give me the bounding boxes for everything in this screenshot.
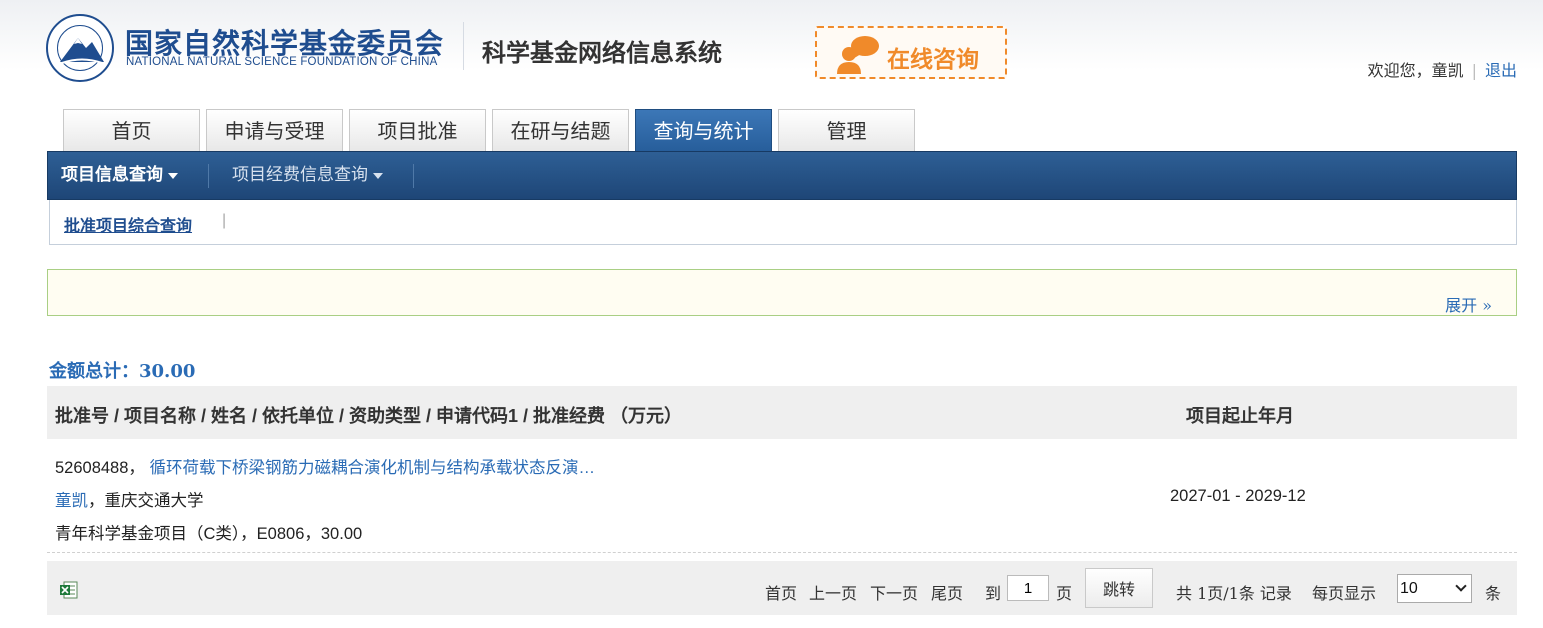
sub-navigation: 项目信息查询 项目经费信息查询 [47,151,1517,200]
tab-home[interactable]: 首页 [63,109,200,151]
logout-link[interactable]: 退出 [1485,61,1517,80]
jump-button[interactable]: 跳转 [1085,568,1153,608]
page-number-input[interactable] [1007,575,1049,601]
next-page-link[interactable]: 下一页 [870,580,918,604]
page-unit-label: 页 [1056,584,1073,603]
online-consult-button[interactable]: 在线咨询 [815,26,1007,79]
subnav-project-info-label: 项目信息查询 [61,165,163,185]
record-summary: 共 1页/1条 记录 [1176,584,1292,603]
org-name-en: NATIONAL NATURAL SCIENCE FOUNDATION OF C… [126,56,438,68]
per-page-unit: 条 [1485,584,1502,603]
subnav-divider [413,164,414,188]
approval-number: 52608488， [55,459,145,477]
chevron-down-icon [168,172,178,179]
project-period: 2027-01 - 2029-12 [1170,487,1306,505]
filter-panel: 展开 » [47,269,1517,316]
column-header-project: 批准号 / 项目名称 / 姓名 / 依托单位 / 资助类型 / 申请代码1 / … [55,406,683,426]
row-line-3: 青年科学基金项目（C类），E0806，30.00 [55,520,362,544]
amount-total: 金额总计：30.00 [49,361,196,382]
chevron-down-icon [373,172,383,179]
header-divider [463,22,464,70]
row-line-2: 童凯，重庆交通大学 [55,487,204,511]
tab-approval[interactable]: 项目批准 [349,109,486,151]
pagination-bar: 首页 上一页 下一页 尾页 到 页 跳转 共 1页/1条 记录 每页显示 10 … [47,561,1517,615]
expand-toggle[interactable]: 展开 » [1445,292,1492,316]
goto-label: 到 [985,584,1002,603]
per-page-select[interactable]: 10 [1397,574,1472,603]
subnav-funding-info-query[interactable]: 项目经费信息查询 [232,152,383,199]
first-page-link[interactable]: 首页 [765,580,797,604]
subnav-funding-info-label: 项目经费信息查询 [232,165,368,185]
subnav-project-info-query[interactable]: 项目信息查询 [61,152,178,199]
chat-person-icon [837,36,879,74]
per-page-label: 每页显示 [1312,584,1377,603]
prev-page-link[interactable]: 上一页 [809,580,857,604]
online-consult-label: 在线咨询 [887,47,979,73]
welcome-text: 欢迎您，童凯 [1367,61,1464,80]
approved-project-query-link[interactable]: 批准项目综合查询 [64,212,192,236]
tab-manage[interactable]: 管理 [778,109,915,151]
table-row: 52608488， 循环荷载下桥梁钢筋力磁耦合演化机制与结构承载状态反演… 童凯… [47,439,1517,553]
tab-ongoing[interactable]: 在研与结题 [492,109,629,151]
header: 国家自然科学基金委员会 NATIONAL NATURAL SCIENCE FOU… [0,0,1543,100]
table-header: 批准号 / 项目名称 / 姓名 / 依托单位 / 资助类型 / 申请代码1 / … [47,386,1517,439]
excel-export-icon[interactable] [59,580,79,600]
tab-apply[interactable]: 申请与受理 [206,109,343,151]
person-name-link[interactable]: 童凯 [55,492,88,510]
funding-info: 青年科学基金项目（C类），E0806，30.00 [55,525,363,543]
system-title: 科学基金网络信息系统 [482,39,722,67]
institution: ，重庆交通大学 [88,492,204,510]
project-name-link[interactable]: 循环荷载下桥梁钢筋力磁耦合演化机制与结构承载状态反演… [150,459,596,477]
tab-query-stats[interactable]: 查询与统计 [635,109,772,151]
per-page-value: 10 [1400,580,1418,597]
column-header-period: 项目起止年月 [1186,406,1294,426]
chevron-down-icon [1455,580,1467,592]
nsfc-logo-icon [46,14,114,82]
pipe-divider: | [222,212,227,229]
main-tabs: 首页 申请与受理 项目批准 在研与结题 查询与统计 管理 [63,109,921,151]
subnav-divider [208,164,209,188]
row-line-1: 52608488， 循环荷载下桥梁钢筋力磁耦合演化机制与结构承载状态反演… [55,454,595,478]
user-bar: 欢迎您，童凯 | 退出 [1367,61,1517,80]
last-page-link[interactable]: 尾页 [931,580,963,604]
sub-link-bar: 批准项目综合查询 | [49,200,1517,245]
